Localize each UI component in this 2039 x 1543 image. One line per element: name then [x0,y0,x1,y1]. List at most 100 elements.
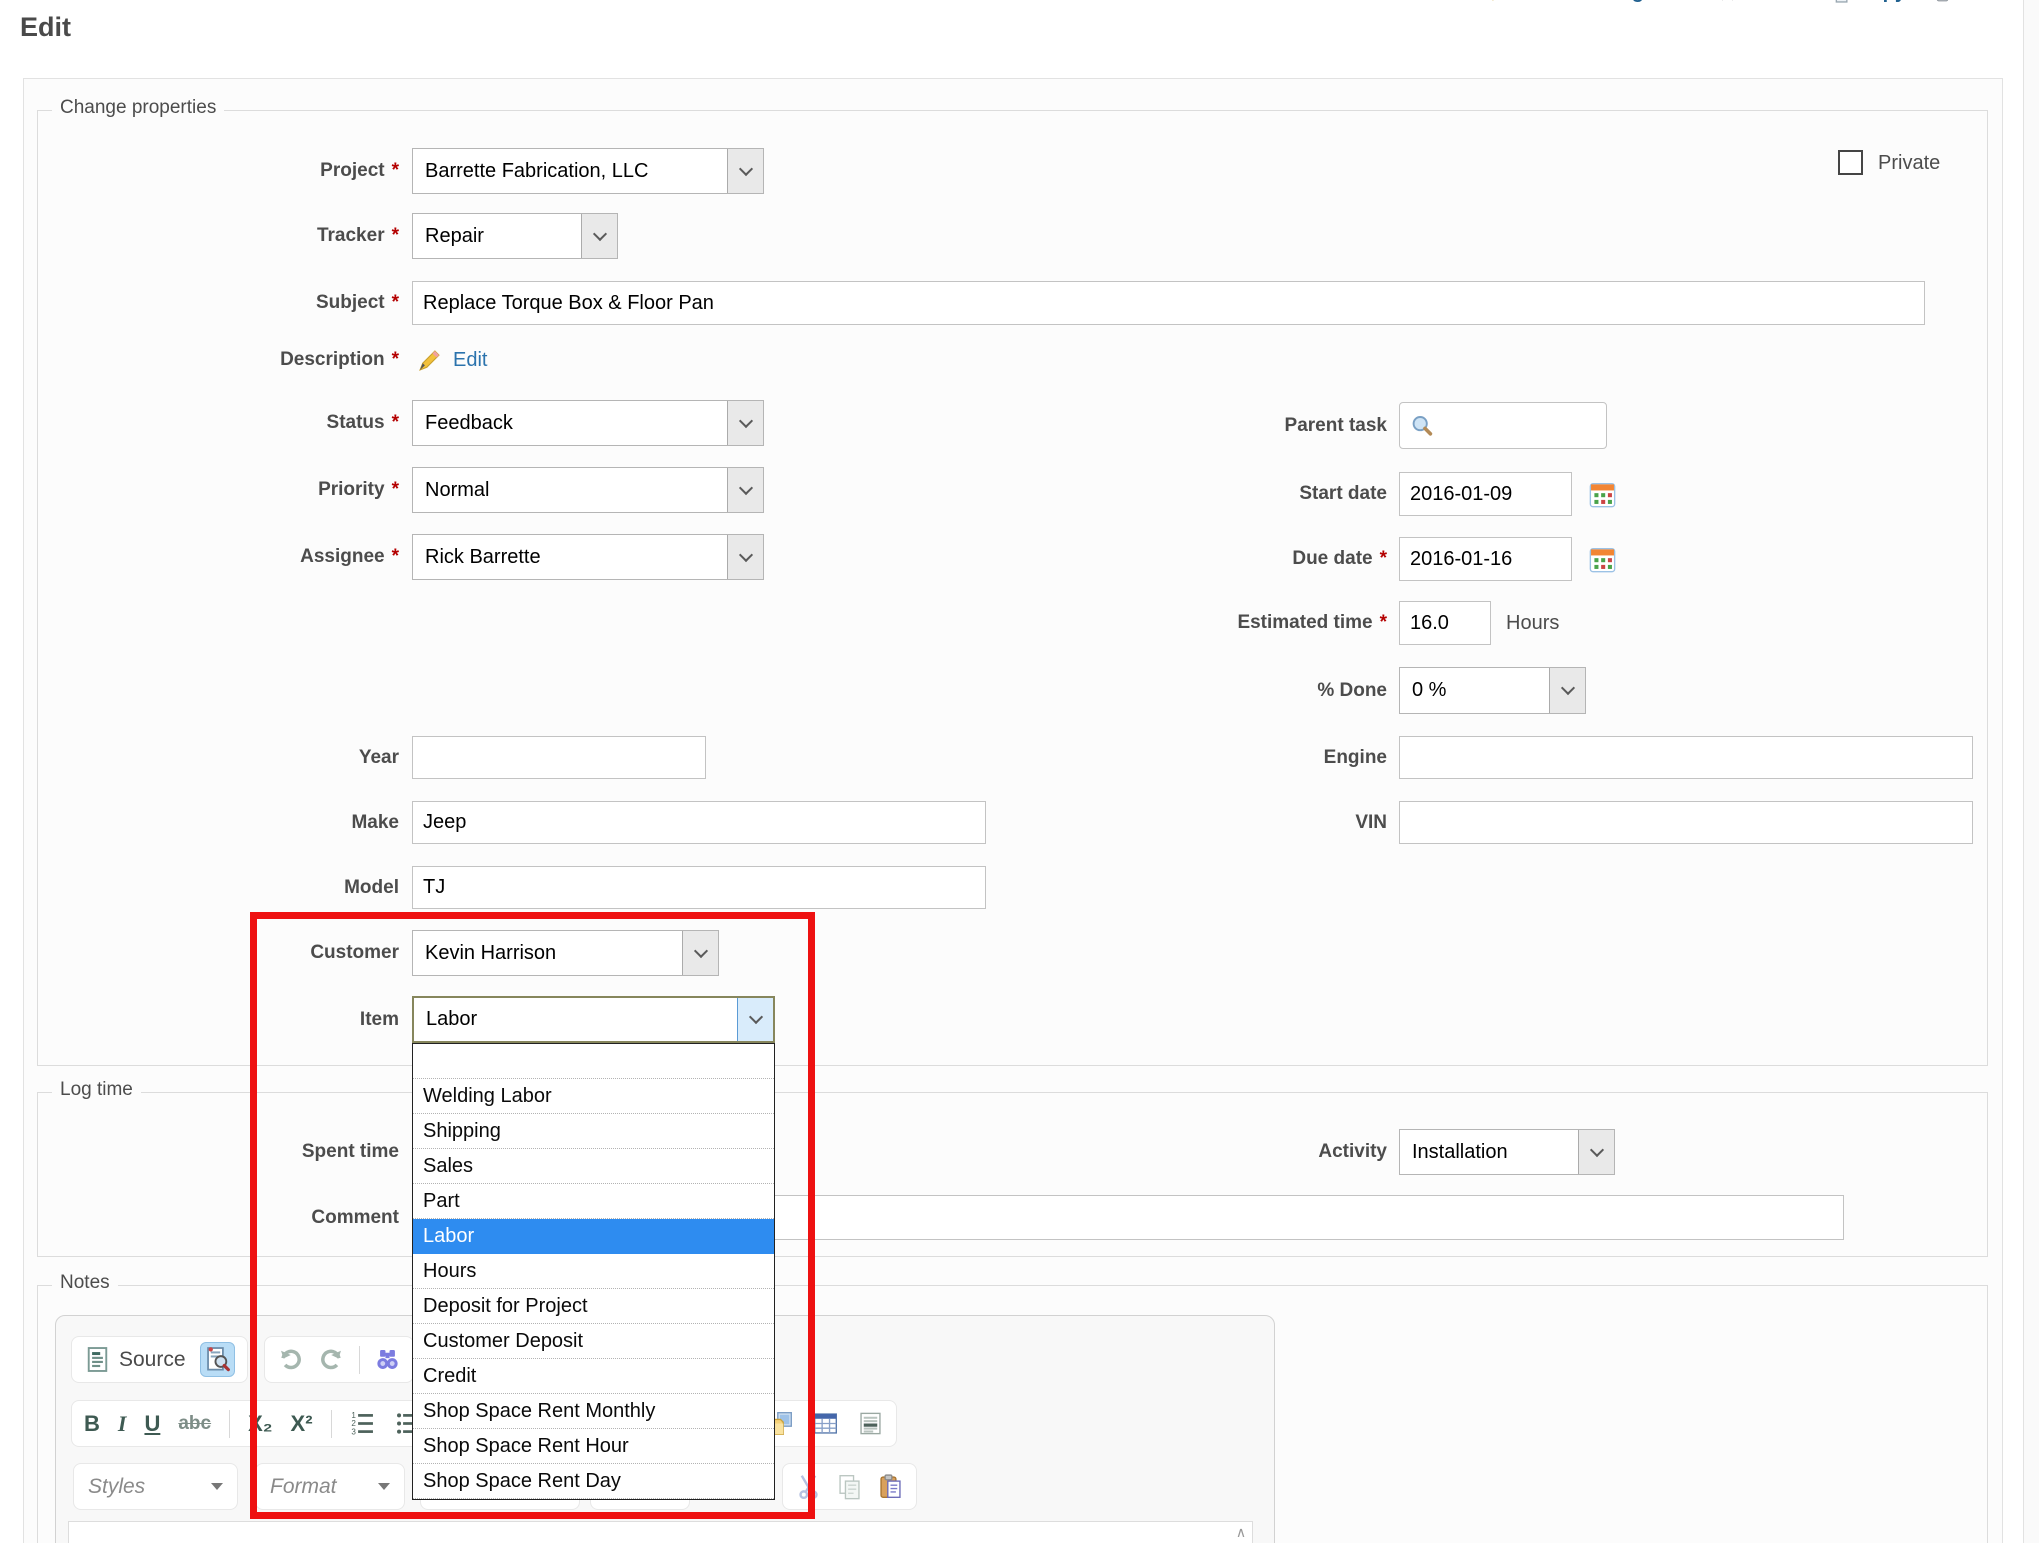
status-select[interactable]: Feedback [412,400,764,446]
item-option[interactable]: Sales [413,1149,774,1184]
chevron-down-icon [378,1483,390,1490]
vin-input[interactable] [1399,801,1973,844]
item-option[interactable]: Welding Labor [413,1079,774,1114]
engine-label: Engine [1027,736,1387,779]
bold-icon[interactable]: B [84,1411,100,1437]
assignee-select[interactable]: Rick Barrette [412,534,764,580]
description-edit-link[interactable]: Edit [453,349,487,372]
scroll-up-arrow[interactable]: ∧ [1232,1524,1250,1543]
format-dropdown[interactable]: Format [255,1463,405,1510]
clock-plus-icon [1580,0,1601,3]
estimated-time-input[interactable] [1399,601,1491,645]
star-icon [1717,0,1738,3]
tracker-label: Tracker* [39,213,399,259]
log-time-link[interactable]: Log time [1580,0,1690,4]
description-label: Description* [39,345,399,375]
chevron-down-icon [727,149,763,193]
subject-label: Subject* [39,281,399,325]
edit-link[interactable]: Edit [1490,0,1555,4]
superscript-icon[interactable]: X² [291,1411,313,1437]
item-option[interactable]: Labor [413,1219,774,1254]
due-date-label: Due date* [1027,537,1387,581]
chevron-down-icon [581,214,617,258]
copy-icon[interactable] [836,1473,863,1500]
project-select[interactable]: Barrette Fabrication, LLC [412,148,764,194]
chevron-down-icon [727,535,763,579]
subscript-icon[interactable]: X₂ [248,1411,272,1437]
chevron-down-icon [1578,1130,1614,1174]
chevron-down-icon [682,931,718,975]
chevron-down-icon [1549,668,1585,713]
item-option[interactable]: Hours [413,1254,774,1289]
scrollbar-gutter[interactable] [2023,0,2039,1543]
chevron-down-icon [727,468,763,512]
item-option[interactable]: Shipping [413,1114,774,1149]
document-search-icon [204,1346,231,1373]
find-replace-icon[interactable] [374,1346,401,1373]
year-label: Year [39,736,399,779]
activity-select[interactable]: Installation [1399,1129,1615,1175]
item-option[interactable] [413,1044,774,1079]
item-option[interactable]: Shop Space Rent Day [413,1464,774,1499]
toolbar-group-undo [264,1336,414,1383]
copy-icon [1829,0,1850,3]
toolbar-divider [359,1346,360,1374]
item-option[interactable]: Part [413,1184,774,1219]
change-properties-legend: Change properties [52,97,224,119]
numbered-list-icon[interactable]: 123 [350,1410,377,1437]
preview-button[interactable] [200,1342,235,1377]
model-input[interactable] [412,866,986,909]
due-date-input[interactable] [1399,537,1572,581]
table-icon[interactable] [812,1410,839,1437]
watch-link[interactable]: Watch [1717,0,1803,4]
item-option[interactable]: Shop Space Rent Monthly [413,1394,774,1429]
styles-dropdown[interactable]: Styles [73,1463,238,1510]
copy-link[interactable]: Copy [1829,0,1906,4]
cut-icon[interactable] [795,1473,822,1500]
source-button[interactable]: Source [84,1346,186,1373]
model-label: Model [39,866,399,909]
italic-icon[interactable]: I [118,1411,127,1437]
parent-task-input[interactable] [1399,402,1607,449]
make-input[interactable] [412,801,986,844]
subject-input[interactable] [412,281,1925,325]
percent-done-select[interactable]: 0 % [1399,667,1586,714]
context-toolbar: Edit Log time Watch Copy Delete [1490,0,2019,12]
page-title: Edit [20,12,71,43]
toolbar-divider [229,1410,230,1438]
item-option[interactable]: Credit [413,1359,774,1394]
log-time-legend: Log time [52,1079,141,1101]
delete-link[interactable]: Delete [1932,0,2019,4]
private-checkbox[interactable] [1838,150,1863,175]
customer-select[interactable]: Kevin Harrison [412,930,719,976]
priority-select[interactable]: Normal [412,467,764,513]
item-select[interactable]: Labor [412,996,775,1043]
engine-input[interactable] [1399,736,1973,779]
underline-icon[interactable]: U [144,1411,160,1437]
estimated-time-suffix: Hours [1506,612,1559,635]
item-option[interactable]: Shop Space Rent Hour [413,1429,774,1464]
assignee-label: Assignee* [39,534,399,580]
due-date-calendar-icon[interactable] [1589,546,1616,573]
activity-label: Activity [1027,1129,1387,1175]
description-pencil-icon[interactable] [416,347,443,374]
strikethrough-icon[interactable]: abc [178,1413,211,1435]
undo-icon[interactable] [277,1346,304,1373]
toolbar-divider [331,1410,332,1438]
item-option[interactable]: Customer Deposit [413,1324,774,1359]
spent-time-label: Spent time [39,1129,399,1174]
redo-icon[interactable] [318,1346,345,1373]
tracker-select[interactable]: Repair [412,213,618,259]
start-date-calendar-icon[interactable] [1589,481,1616,508]
horizontal-rule-icon[interactable] [857,1410,884,1437]
notes-textarea[interactable]: ∧ [68,1521,1253,1543]
year-input[interactable] [412,736,706,779]
start-date-input[interactable] [1399,472,1572,516]
search-icon [1410,414,1434,438]
paste-icon[interactable] [877,1473,904,1500]
chevron-down-icon [211,1483,223,1490]
item-option[interactable]: Deposit for Project [413,1289,774,1324]
issue-edit-page: Edit Log time Watch Copy Delete Edit Cha… [0,0,2039,1543]
make-label: Make [39,801,399,844]
private-label: Private [1878,152,1940,175]
